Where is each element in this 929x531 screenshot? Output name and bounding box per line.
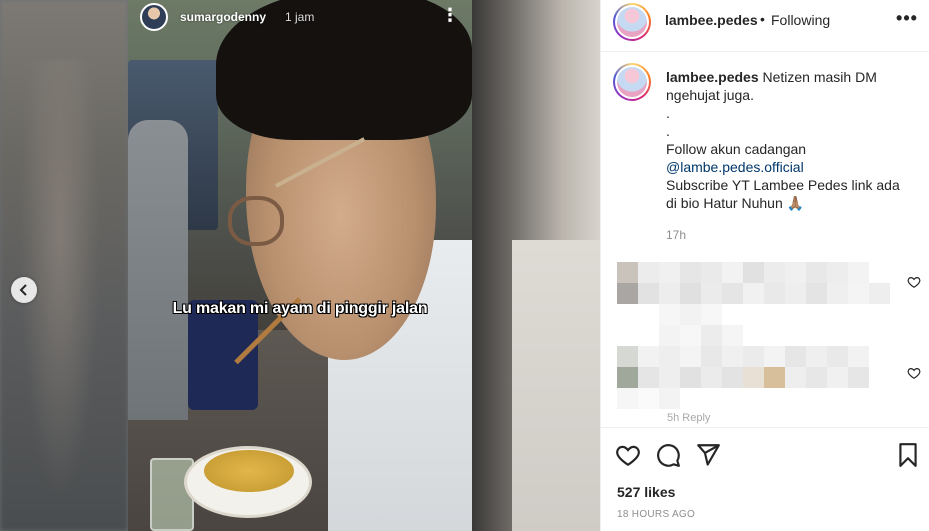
comment-meta[interactable]: 5h Reply [667,412,710,424]
censored-comment-block [617,283,890,304]
blurred-background-left [0,0,128,531]
comment-like-icon[interactable] [907,275,921,289]
vendor-figure [128,120,188,420]
post-panel: lambee.pedes • Following ••• lambee.pede… [600,0,929,531]
author-username[interactable]: lambee.pedes [665,12,758,28]
censored-comment-block [617,388,680,409]
noodles [204,450,294,492]
caption-text: . [666,123,670,139]
blurred-background-right [472,0,600,531]
caption-text: Follow akun cadangan [666,141,807,157]
likes-count[interactable]: 527 likes [617,484,675,500]
comment-bubble-icon[interactable] [655,442,681,468]
caption-text: . [666,105,670,121]
censored-comment-block [617,367,869,388]
comment-like-icon[interactable] [907,366,921,380]
post-caption: lambee.pedes Netizen masih DM ngehujat j… [666,68,911,212]
caption-text: Subscribe YT Lambee Pedes link ada [666,177,900,193]
caption-mention-link[interactable]: @lambe.pedes.official [666,158,911,176]
more-options-icon[interactable]: ••• [895,8,919,32]
censored-comment-block [617,262,869,283]
censored-comment-block [617,346,869,367]
post-media: sumargodenny 1 jam ⋮ Lu makan mi ayam di… [0,0,600,531]
glasses [228,196,284,246]
video-subtitle: Lu makan mi ayam di pinggir jalan [172,300,428,317]
post-header: lambee.pedes • Following ••• [601,0,929,52]
like-heart-icon[interactable] [615,442,641,468]
story-header: sumargodenny 1 jam ⋮ [128,0,472,40]
caption-text: Netizen masih DM [762,69,877,85]
comments-section: 5h Reply [617,262,893,424]
censored-comment-block [659,325,743,346]
caption-timestamp: 17h [666,228,687,242]
censored-comment-block [659,304,722,325]
story-frame: sumargodenny 1 jam ⋮ Lu makan mi ayam di… [128,0,472,531]
caption-text: di bio Hatur Nuhun 🙏🏽 [666,195,805,211]
story-timestamp: 1 jam [285,10,315,24]
previous-media-button[interactable] [11,277,37,303]
separator-dot: • [760,11,765,27]
story-avatar[interactable] [140,3,168,31]
chevron-left-icon [19,284,27,296]
caption-avatar[interactable] [613,63,651,101]
action-bar [601,427,929,477]
caption-username[interactable]: lambee.pedes [666,69,759,85]
post-timestamp: 18 HOURS AGO [617,509,696,520]
following-button[interactable]: Following [771,12,830,28]
share-paper-plane-icon[interactable] [695,442,721,468]
author-avatar[interactable] [613,3,651,41]
story-username[interactable]: sumargodenny [180,10,266,24]
save-bookmark-icon[interactable] [895,442,921,468]
caption-text: ngehujat juga. [666,87,754,103]
story-menu-icon[interactable]: ⋮ [440,6,460,24]
